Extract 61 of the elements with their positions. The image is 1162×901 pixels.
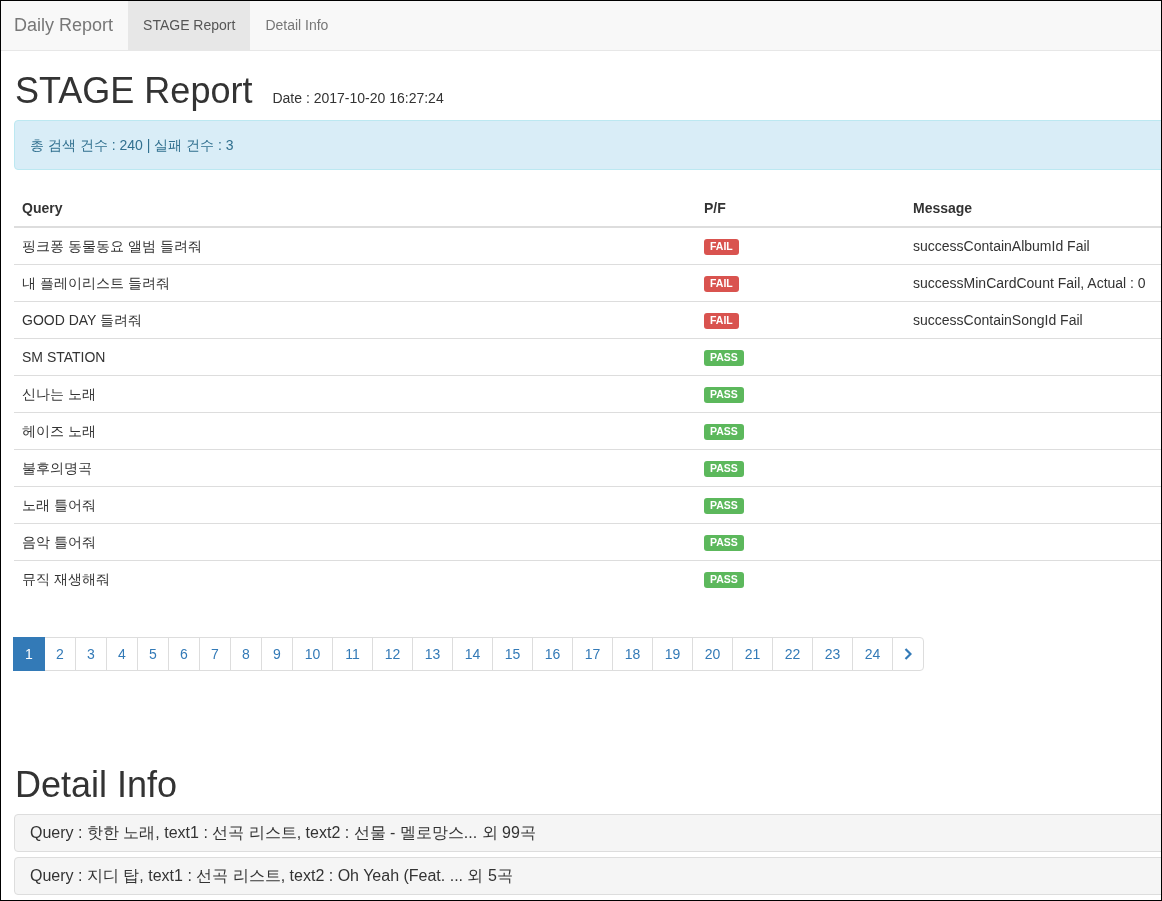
page-link[interactable]: 3	[75, 637, 107, 671]
page-link[interactable]: 12	[372, 637, 413, 671]
result-badge: FAIL	[704, 239, 739, 255]
page-link[interactable]: 19	[652, 637, 693, 671]
page-link[interactable]: 23	[812, 637, 853, 671]
result-badge: PASS	[704, 350, 744, 366]
page-link[interactable]: 1	[13, 637, 45, 671]
result-badge: FAIL	[704, 313, 739, 329]
query-cell: 핑크퐁 동물동요 앨범 들려줘	[14, 227, 696, 265]
result-badge: FAIL	[704, 276, 739, 292]
message-cell: successMinCardCount Fail, Actual : 0	[905, 264, 1161, 302]
page-link[interactable]: 20	[692, 637, 733, 671]
query-cell: 헤이즈 노래	[14, 412, 696, 450]
query-cell: 신나는 노래	[14, 375, 696, 413]
query-cell: 노래 틀어줘	[14, 486, 696, 524]
column-header: P/F	[696, 190, 905, 227]
query-cell: 불후의명곡	[14, 449, 696, 487]
result-badge: PASS	[704, 572, 744, 588]
page-link[interactable]: 10	[292, 637, 333, 671]
result-badge: PASS	[704, 461, 744, 477]
page-link[interactable]: 4	[106, 637, 138, 671]
page-title: STAGE Report	[15, 71, 253, 111]
result-badge: PASS	[704, 498, 744, 514]
page-link[interactable]: 17	[572, 637, 613, 671]
page-link[interactable]: 7	[199, 637, 231, 671]
result-badge: PASS	[704, 424, 744, 440]
report-date: Date : 2017-10-20 16:27:24	[272, 90, 444, 106]
page-link[interactable]: 8	[230, 637, 262, 671]
page-link[interactable]: 21	[732, 637, 773, 671]
nav-tab[interactable]: STAGE Report	[128, 1, 251, 50]
page-link[interactable]: 13	[412, 637, 453, 671]
query-cell: 뮤직 재생해줘	[14, 560, 696, 597]
page-link[interactable]: 2	[44, 637, 76, 671]
result-badge: PASS	[704, 535, 744, 551]
detail-panel[interactable]: Query : 지디 탑, text1 : 선곡 리스트, text2 : Oh Yeah (Feat. ... 외 5곡	[14, 857, 1161, 895]
query-cell: 내 플레이리스트 들려줘	[14, 264, 696, 302]
message-cell: successContainSongId Fail	[905, 301, 1161, 339]
result-badge: PASS	[704, 387, 744, 403]
summary-alert: 총 검색 건수 : 240 | 실패 건수 : 3	[14, 120, 1161, 170]
query-cell: SM STATION	[14, 338, 696, 376]
page-link[interactable]: 5	[137, 637, 169, 671]
query-cell: 음악 틀어줘	[14, 523, 696, 561]
section-title: Detail Info	[15, 765, 179, 805]
query-cell: GOOD DAY 들려줘	[14, 301, 696, 339]
page-link[interactable]: 11	[332, 637, 373, 671]
page-link[interactable]: 9	[261, 637, 293, 671]
page-link[interactable]: 14	[452, 637, 493, 671]
page-link[interactable]: 22	[772, 637, 813, 671]
detail-panel[interactable]: Query : 핫한 노래, text1 : 선곡 리스트, text2 : 선물 - 멜로망스... 외 99곡	[14, 814, 1161, 852]
message-cell: successContainAlbumId Fail	[905, 227, 1161, 265]
chevron-right-icon	[904, 648, 912, 660]
nav-tab[interactable]: Detail Info	[250, 1, 344, 50]
page-link[interactable]: 6	[168, 637, 200, 671]
page-link[interactable]: 24	[852, 637, 893, 671]
page-link[interactable]: 18	[612, 637, 653, 671]
page-link[interactable]: 15	[492, 637, 533, 671]
column-header: Query	[14, 190, 696, 227]
next-page-button[interactable]	[892, 637, 924, 671]
brand-title[interactable]: Daily Report	[1, 1, 129, 50]
column-header: Message	[905, 190, 1161, 227]
page-link[interactable]: 16	[532, 637, 573, 671]
